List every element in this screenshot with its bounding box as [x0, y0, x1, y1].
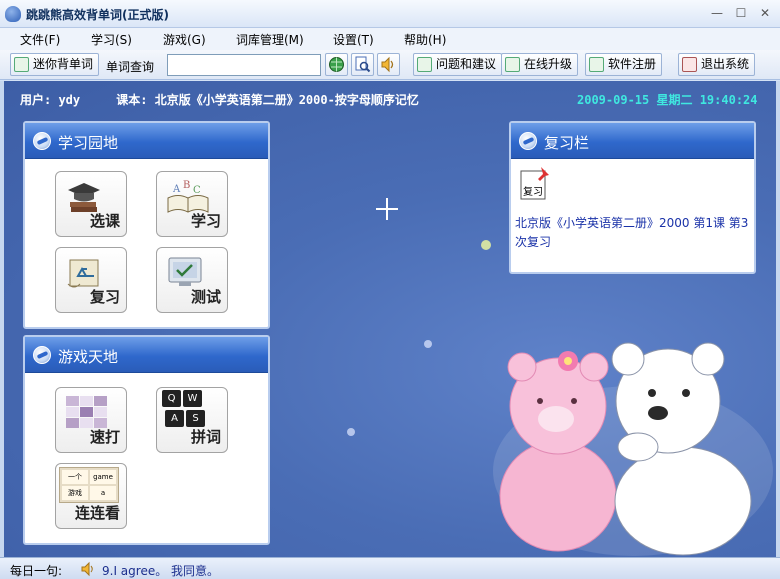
window-title: 跳跳熊高效背单词(正式版): [26, 8, 169, 22]
review-panel-title: 复习栏: [544, 134, 590, 152]
bear-illustration: [493, 342, 773, 556]
panel-logo-icon: [33, 132, 51, 150]
match-game-label: 连连看: [74, 504, 120, 522]
test-tile[interactable]: 测试: [156, 247, 228, 313]
daily-sentence: 9.I agree。 我同意。: [102, 564, 220, 578]
window-plus-icon: [14, 57, 29, 72]
match-card: 一个: [62, 470, 88, 484]
pronounce-button[interactable]: [377, 53, 400, 76]
status-bar: 每日一句: 9.I agree。 我同意。: [0, 557, 780, 579]
key-q: Q: [162, 390, 181, 407]
menu-bar: 文件(F) 学习(S) 游戏(G) 词库管理(M) 设置(T) 帮助(H): [0, 28, 780, 50]
svg-text:B: B: [183, 180, 190, 191]
test-label: 测试: [190, 288, 221, 306]
spell-word-tile[interactable]: Q W A S 拼词: [156, 387, 228, 453]
daily-sentence-label: 每日一句:: [10, 564, 63, 578]
search-label: 单词查询: [106, 60, 155, 74]
review-note-label: 复习: [523, 187, 543, 198]
mini-mode-label: 迷你背单词: [33, 57, 94, 71]
star-icon: [347, 428, 355, 436]
select-course-label: 选课: [89, 212, 120, 230]
game-panel-title: 游戏天地: [58, 348, 119, 366]
match-card: game: [90, 470, 116, 484]
exit-button[interactable]: 退出系统: [678, 53, 756, 76]
match-card: 游戏: [62, 486, 88, 500]
minimize-button[interactable]: —: [708, 5, 726, 21]
review-panel: 复习栏 复习 北京版《小学英语第二册》2000 第1课 第3次复习: [509, 121, 756, 274]
menu-game[interactable]: 游戏(G): [163, 31, 206, 48]
lookup-button[interactable]: [351, 53, 374, 76]
menu-help[interactable]: 帮助(H): [404, 31, 446, 48]
match-cards-icon: 一个 game 游戏 a: [59, 467, 119, 503]
app-logo-icon: [5, 6, 21, 22]
feedback-button[interactable]: 问题和建议: [413, 53, 503, 76]
svg-text:C: C: [193, 185, 201, 196]
menu-file[interactable]: 文件(F): [20, 31, 60, 48]
translate-button[interactable]: [325, 53, 348, 76]
register-label: 软件注册: [608, 57, 657, 71]
keyboard-keys-icon: Q W A S: [162, 390, 208, 430]
study-label: 学习: [190, 212, 221, 230]
study-panel: 学习园地 选课 A B C 学习 复习 测试: [23, 121, 270, 329]
mini-mode-button[interactable]: 迷你背单词: [10, 53, 100, 76]
window-plus-icon: [417, 57, 432, 72]
review-note[interactable]: 复习: [519, 165, 549, 201]
speaker-icon: [381, 56, 394, 73]
tool-bar: 迷你背单词 单词查询 问题和建议 在线升级 软件注册 退出系统: [0, 50, 780, 80]
speed-typing-label: 速打: [89, 428, 120, 446]
key-a: A: [165, 410, 184, 427]
course-name: 课本: 北京版《小学英语第二册》2000-按字母顺序记忆: [116, 93, 419, 107]
feedback-label: 问题和建议: [436, 57, 497, 71]
match-card: a: [90, 486, 116, 500]
match-game-tile[interactable]: 一个 game 游戏 a 连连看: [55, 463, 127, 529]
star-icon: [424, 340, 432, 348]
key-w: W: [183, 390, 202, 407]
speaker-icon[interactable]: [80, 561, 96, 577]
key-s: S: [186, 410, 205, 427]
svg-text:A: A: [172, 184, 181, 195]
exit-label: 退出系统: [701, 57, 750, 71]
window-close-icon: [682, 57, 697, 72]
window-plus-icon: [505, 57, 520, 72]
review-item-link[interactable]: 北京版《小学英语第二册》2000 第1课 第3次复习: [515, 214, 749, 252]
review-panel-header: 复习栏: [511, 123, 754, 159]
globe-icon: [329, 57, 344, 72]
upgrade-button[interactable]: 在线升级: [501, 53, 579, 76]
register-button[interactable]: 软件注册: [585, 53, 663, 76]
select-course-tile[interactable]: 选课: [55, 171, 127, 237]
upgrade-label: 在线升级: [524, 57, 573, 71]
review-label: 复习: [89, 288, 120, 306]
menu-settings[interactable]: 设置(T): [333, 31, 374, 48]
search-input[interactable]: [167, 54, 321, 76]
panel-logo-icon: [33, 346, 51, 364]
title-bar: 跳跳熊高效背单词(正式版) — ☐ ✕: [0, 0, 780, 28]
menu-vocabulary[interactable]: 词库管理(M): [236, 31, 304, 48]
study-panel-title: 学习园地: [58, 134, 119, 152]
user-info: 用户: ydy 课本: 北京版《小学英语第二册》2000-按字母顺序记忆: [20, 91, 419, 108]
maximize-button[interactable]: ☐: [732, 5, 750, 21]
close-button[interactable]: ✕: [756, 5, 774, 21]
study-tile[interactable]: A B C 学习: [156, 171, 228, 237]
window-plus-icon: [589, 57, 604, 72]
menu-study[interactable]: 学习(S): [91, 31, 132, 48]
spell-word-label: 拼词: [190, 428, 221, 446]
study-panel-header: 学习园地: [25, 123, 268, 159]
panel-logo-icon: [519, 132, 537, 150]
game-panel: 游戏天地 速打 Q W A S 拼词 一个 game 游戏 a 连连看: [23, 335, 270, 545]
document-search-icon: [355, 56, 371, 73]
user-name: 用户: ydy: [20, 93, 81, 107]
review-tile[interactable]: 复习: [55, 247, 127, 313]
date-time: 2009-09-15 星期二 19:40:24: [577, 93, 758, 107]
star-icon: [481, 240, 491, 250]
game-panel-header: 游戏天地: [25, 337, 268, 373]
main-area: 用户: ydy 课本: 北京版《小学英语第二册》2000-按字母顺序记忆 200…: [0, 81, 780, 557]
speed-typing-tile[interactable]: 速打: [55, 387, 127, 453]
sparkle-icon: [376, 198, 398, 220]
